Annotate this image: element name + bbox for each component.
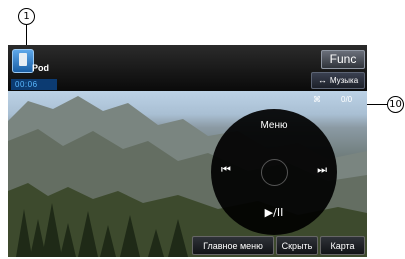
top-bar: Pod 00:06 Func ↔ Музыка (8, 45, 367, 91)
menu-button[interactable]: Меню (211, 120, 337, 131)
callout-1: 1 (18, 8, 35, 25)
func-button[interactable]: Func (321, 50, 365, 69)
previous-track-icon[interactable]: ⏮ (221, 163, 231, 177)
ipod-device-icon (19, 53, 27, 66)
music-label: Музыка (329, 76, 359, 85)
video-indicator-icon: ⌘ (313, 95, 321, 104)
playback-time: 00:06 (11, 79, 57, 90)
center-button[interactable] (261, 159, 288, 186)
music-button[interactable]: ↔ Музыка (311, 72, 365, 89)
swap-arrow-icon: ↔ (317, 75, 327, 85)
video-playback-area[interactable]: ⌘ 0/0 Меню ⏮ ⏭ ▶/II Главное меню Скрыть … (8, 91, 367, 257)
source-label: Pod (32, 63, 49, 73)
play-pause-button[interactable]: ▶/II (211, 206, 337, 219)
callout-10-line (367, 104, 387, 105)
main-menu-button[interactable]: Главное меню (192, 236, 274, 255)
map-button[interactable]: Карта (320, 236, 365, 255)
control-pad: Меню ⏮ ⏭ ▶/II (211, 109, 337, 235)
hide-button[interactable]: Скрыть (276, 236, 318, 255)
callout-10: 10 (387, 96, 404, 113)
video-indicator-count: 0/0 (341, 95, 353, 104)
next-track-icon[interactable]: ⏭ (317, 163, 327, 177)
ipod-source-icon[interactable] (12, 49, 34, 73)
device-screen: Pod 00:06 Func ↔ Музыка ⌘ 0/0 Меню ⏮ ⏭ ▶… (8, 45, 367, 257)
